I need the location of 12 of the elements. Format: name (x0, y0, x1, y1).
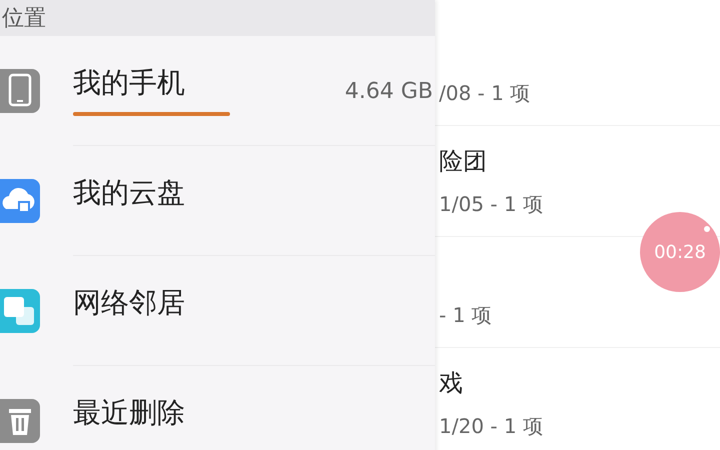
folder-info: 1/05 - 1 项 (439, 191, 544, 218)
header-title: 位置 (2, 5, 46, 33)
folder-info: 1/20 - 1 项 (439, 413, 544, 440)
folder-info: /08 - 1 项 (439, 80, 532, 107)
drawer-item[interactable]: 网络邻居 (73, 286, 185, 320)
drawer-item[interactable]: 最近删除 (73, 396, 185, 430)
folder-name: 戏 (439, 368, 464, 399)
drawer-item[interactable]: 我的手机 (73, 66, 185, 100)
folder-name: 险团 (439, 146, 488, 177)
storage-size: 4.64 GB (344, 78, 433, 104)
drawer-item[interactable]: 我的云盘 (73, 176, 185, 210)
folder-info: - 1 项 (439, 302, 493, 329)
